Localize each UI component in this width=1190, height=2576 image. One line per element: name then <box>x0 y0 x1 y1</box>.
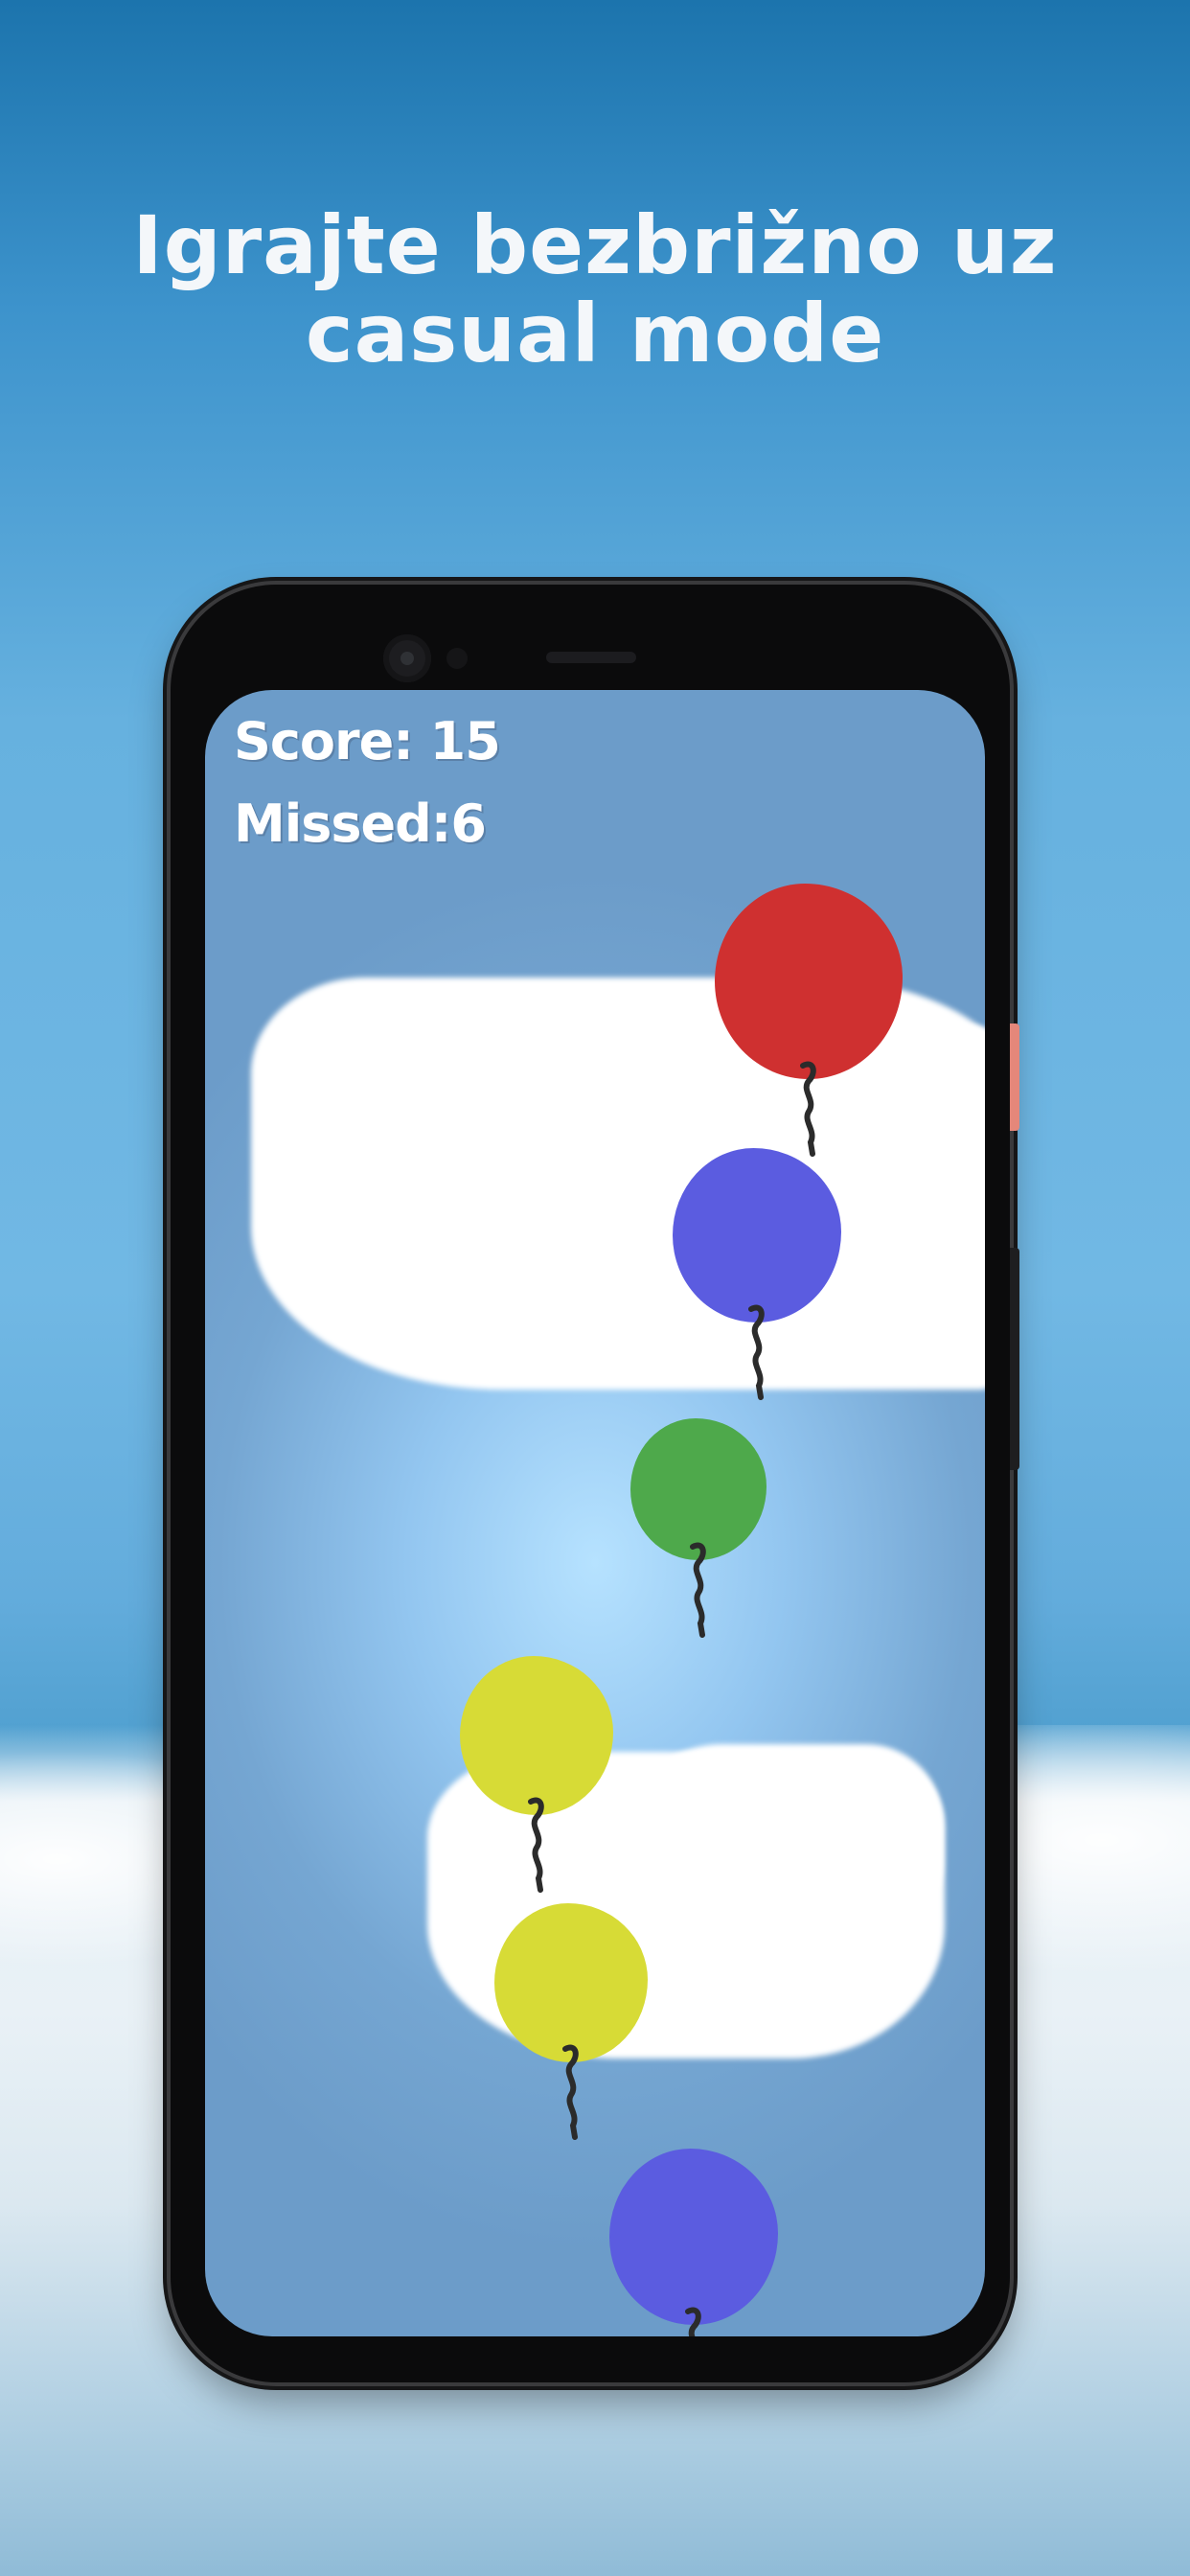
balloon-body[interactable] <box>494 1903 648 2062</box>
front-camera-icon <box>383 634 431 682</box>
headline-line-2: casual mode <box>305 287 885 380</box>
balloon-yellow[interactable] <box>494 1903 648 2168</box>
balloon-string <box>685 2307 701 2336</box>
score-display: Score: 15 <box>234 711 501 771</box>
headline-line-1: Igrajte bezbrižno uz <box>132 198 1058 292</box>
balloon-body[interactable] <box>715 884 903 1079</box>
balloon-string <box>690 1542 706 1638</box>
balloon-red[interactable] <box>715 884 903 1184</box>
balloon-body[interactable] <box>673 1148 841 1322</box>
game-screen[interactable]: Score: 15 Missed:6 <box>205 690 985 2336</box>
proximity-sensor <box>446 648 468 669</box>
balloon-green[interactable] <box>630 1418 767 1666</box>
game-cloud-bottom-right <box>617 1744 943 1955</box>
missed-display: Missed:6 <box>234 794 487 854</box>
balloon-string <box>562 2044 579 2140</box>
promo-headline: Igrajte bezbrižno uz casual mode <box>0 201 1190 378</box>
balloon-blue[interactable] <box>609 2149 778 2336</box>
balloon-string <box>748 1304 765 1400</box>
balloon-blue[interactable] <box>673 1148 841 1428</box>
volume-button <box>1010 1248 1019 1470</box>
earpiece-speaker <box>546 652 636 663</box>
balloon-body[interactable] <box>609 2149 778 2325</box>
power-button <box>1010 1024 1019 1131</box>
balloon-string <box>528 1797 544 1893</box>
balloon-body[interactable] <box>460 1656 613 1815</box>
balloon-yellow[interactable] <box>460 1656 613 1920</box>
